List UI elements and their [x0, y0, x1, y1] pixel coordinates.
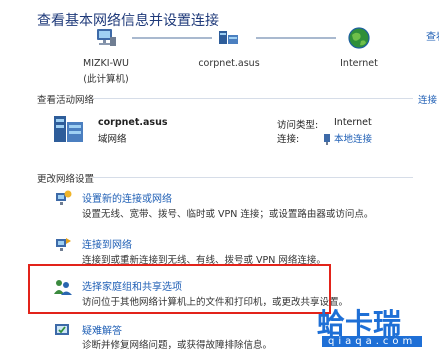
watermark-url: qiaqa.com [322, 336, 423, 347]
change-settings-label: 更改网络设置 [37, 174, 95, 185]
access-type-value: Internet [334, 117, 372, 128]
connect-disconnect-link[interactable]: 连接 [418, 92, 437, 106]
local-connection-link[interactable]: 本地连接 [334, 131, 372, 145]
active-networks-label: 查看活动网络 [37, 95, 95, 106]
section-divider [93, 98, 413, 99]
section-divider [93, 177, 413, 178]
node-computer-name: MIZKI-WU [83, 58, 129, 69]
connector-line [132, 37, 212, 39]
active-network-type: 域网络 [98, 134, 127, 145]
connect-network-icon [54, 236, 72, 252]
computer-icon [95, 28, 117, 48]
connections-label: 连接: [277, 134, 300, 145]
active-network-name: corpnet.asus [98, 117, 168, 128]
domain-network-icon [52, 112, 86, 146]
network-icon[interactable] [217, 28, 241, 48]
highlight-box [28, 264, 331, 314]
troubleshoot-icon [54, 322, 72, 338]
node-computer-subtitle: (此计算机) [83, 74, 129, 85]
new-connection-icon [54, 190, 72, 206]
node-network-name: corpnet.asus [198, 58, 260, 69]
node-internet-name: Internet [340, 58, 378, 69]
access-type-label: 访问类型: [277, 120, 319, 131]
task-troubleshoot-desc: 诊断并修复网络问题，或获得故障排除信息。 [82, 340, 273, 351]
task-connect-network-link[interactable]: 连接到网络 [82, 236, 132, 251]
task-troubleshoot-link[interactable]: 疑难解答 [82, 322, 122, 337]
connector-line [256, 37, 336, 39]
network-map: MIZKI-WU (此计算机) corpnet.asus Internet [60, 26, 439, 86]
task-new-connection-link[interactable]: 设置新的连接或网络 [82, 190, 172, 205]
globe-icon[interactable] [347, 26, 371, 50]
task-new-connection-desc: 设置无线、宽带、拨号、临时或 VPN 连接；或设置路由器或访问点。 [82, 209, 374, 220]
network-adapter-icon [323, 130, 331, 145]
